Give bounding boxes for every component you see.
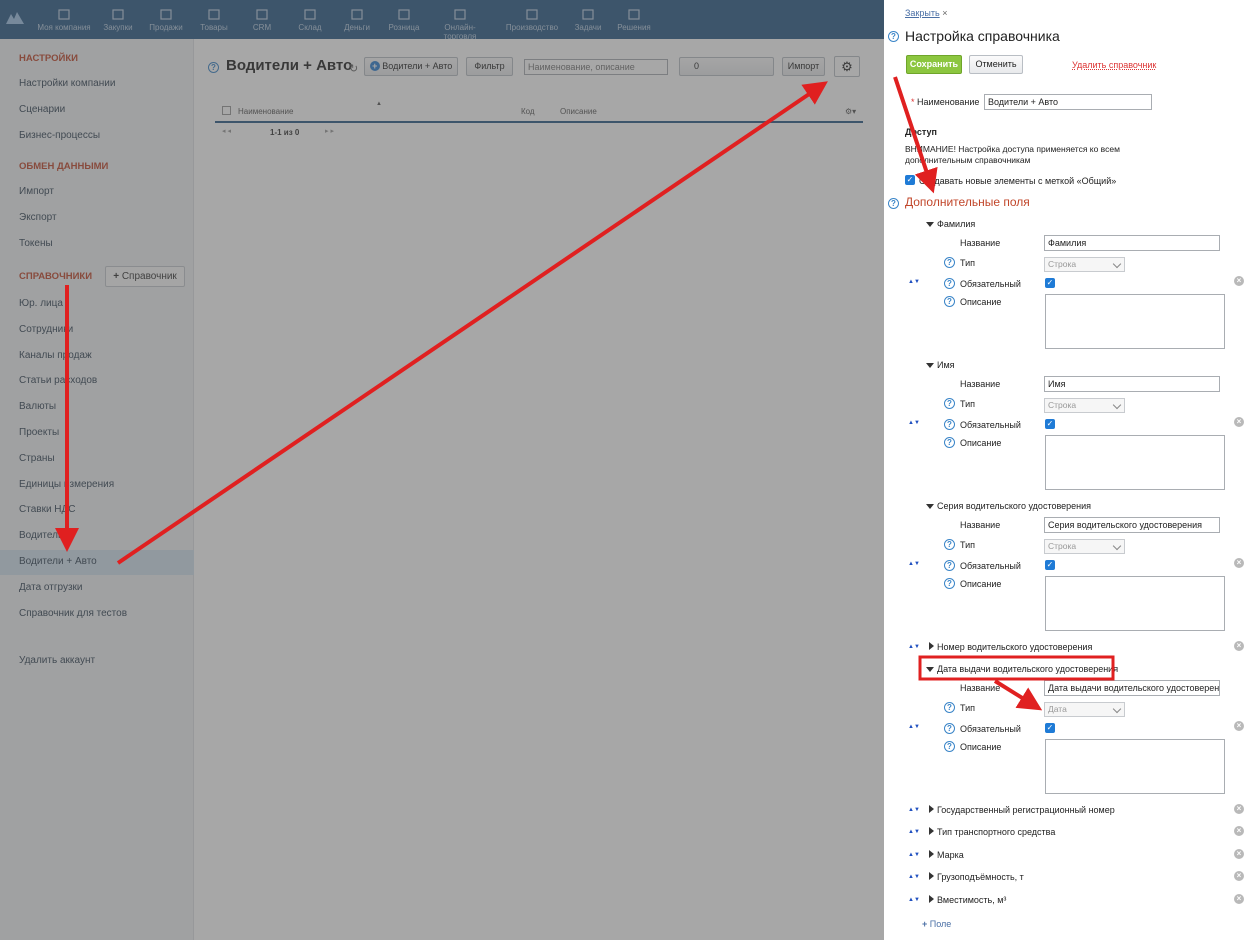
highlight-box — [918, 655, 1115, 681]
arrow-to-date-type — [993, 679, 1043, 711]
arrow-to-settings — [116, 81, 828, 565]
annotation-arrows — [55, 76, 1115, 711]
arrow-to-fields — [893, 76, 938, 194]
